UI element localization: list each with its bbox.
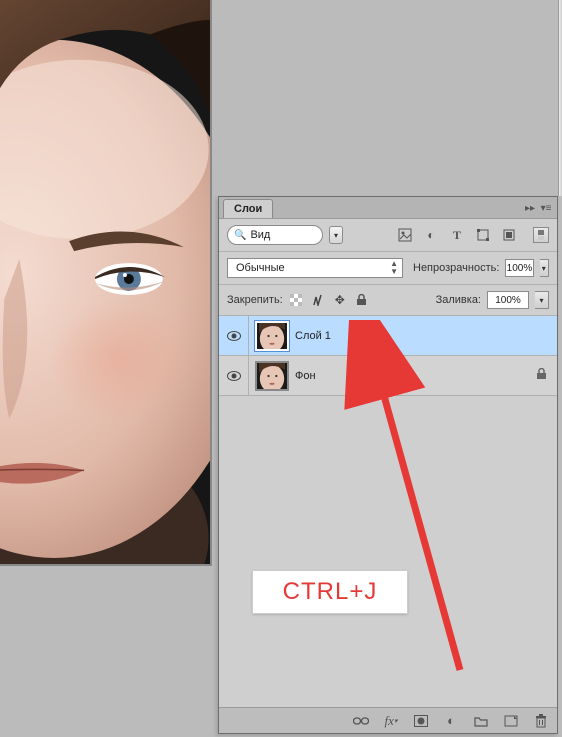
tab-layers[interactable]: Слои [223,199,273,218]
document-canvas[interactable] [0,0,212,566]
new-layer-icon[interactable] [503,713,519,729]
updown-icon: ▲▼ [390,260,398,276]
adjustment-layer-icon[interactable]: ◐ [443,713,459,729]
layer-name-label[interactable]: Слой 1 [295,330,331,342]
link-layers-icon[interactable] [353,713,369,729]
fill-label: Заливка: [436,294,481,306]
blend-mode-select[interactable]: Обычные ▲▼ [227,258,403,278]
panel-menu-icon[interactable]: ▾≡ [539,201,553,215]
lock-position-icon[interactable]: ✥ [333,293,347,307]
layer-mask-icon[interactable] [413,713,429,729]
panel-tabbar: Слои ▸▸ ▾≡ [219,197,557,219]
delete-layer-icon[interactable] [533,713,549,729]
filter-shape-icon[interactable] [475,227,491,243]
filter-kind-label: Вид [250,229,270,241]
layer-thumbnail[interactable] [255,361,289,391]
filter-adjustment-icon[interactable]: ◐ [423,227,439,243]
blend-mode-value: Обычные [236,262,285,274]
search-icon: 🔍 [234,230,246,241]
annotation-text: CTRL+J [283,578,378,606]
filter-type-icon[interactable]: T [449,227,465,243]
lock-label: Закрепить: [227,294,283,306]
layer-visibility-toggle[interactable] [219,316,249,355]
fill-dropdown[interactable] [535,291,549,309]
opacity-label: Непрозрачность: [413,262,499,274]
layer-thumbnail[interactable] [255,321,289,351]
filter-pixel-icon[interactable] [397,227,413,243]
blend-opacity-row: Обычные ▲▼ Непрозрачность: 100% [219,252,557,285]
opacity-dropdown[interactable] [540,259,549,277]
layer-group-icon[interactable] [473,713,489,729]
filter-kind-dropdown[interactable] [329,226,343,244]
layer-style-icon[interactable]: fx▾ [383,713,399,729]
layer-filter-kind[interactable]: 🔍 Вид [227,225,323,245]
layer-visibility-toggle[interactable] [219,356,249,395]
lock-fill-row: Закрепить: ✥ Заливка: 100% [219,285,557,316]
eye-icon [227,331,241,341]
layer-row[interactable]: Фон [219,356,557,396]
layer-filter-row: 🔍 Вид ◐ T [219,219,557,252]
annotation-label: CTRL+J [252,570,408,614]
filter-toggle-switch[interactable] [533,227,549,243]
lock-icon [536,368,547,383]
lock-all-icon[interactable] [355,293,369,307]
collapse-panel-icon[interactable]: ▸▸ [523,201,537,215]
layers-panel: Слои ▸▸ ▾≡ 🔍 Вид ◐ T [218,196,558,734]
opacity-value[interactable]: 100% [505,259,533,277]
layers-list: Слой 1 Фон [219,316,557,396]
layer-row[interactable]: Слой 1 [219,316,557,356]
filter-smart-icon[interactable] [501,227,517,243]
fill-value[interactable]: 100% [487,291,529,309]
eye-icon [227,371,241,381]
lock-pixels-icon[interactable] [311,293,325,307]
layer-name-label[interactable]: Фон [295,370,316,382]
lock-transparent-icon[interactable] [289,293,303,307]
panel-dock-edge [558,0,562,196]
panel-bottom-bar: fx▾ ◐ [219,707,557,733]
